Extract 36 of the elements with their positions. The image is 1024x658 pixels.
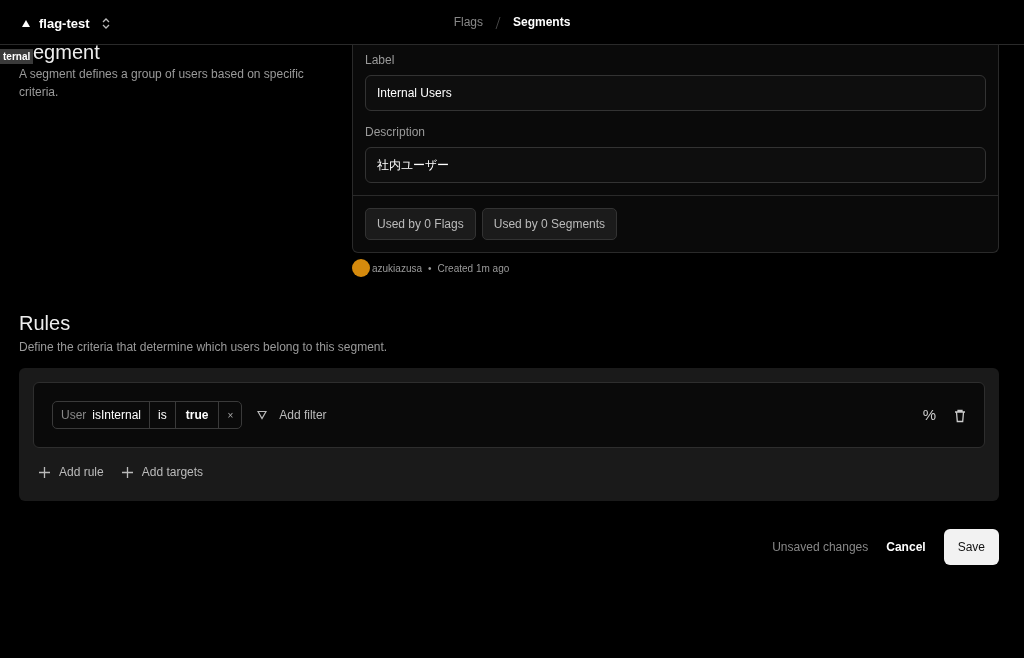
percent-button[interactable]: % [922, 403, 936, 427]
section-description: A segment defines a group of users based on specific criteria. [19, 66, 305, 101]
add-filter-button[interactable]: Add filter [257, 406, 327, 424]
created-time: Created 1m ago [437, 261, 510, 276]
author-name: azukiazusa [372, 261, 423, 276]
chevron-updown-icon [101, 18, 110, 30]
filter-value[interactable]: true [174, 402, 219, 428]
filter-attribute: User isInternal [60, 405, 143, 426]
usage-button[interactable]: Used by 0 Segments [481, 208, 618, 240]
section-heading: Rules [19, 311, 72, 335]
separator-dot: • [428, 261, 432, 276]
input-field[interactable]: 社内ユーザー [365, 147, 986, 183]
input-field[interactable]: Internal Users [365, 75, 986, 111]
plus-icon [39, 466, 50, 478]
breadcrumb-link[interactable]: Segments [513, 13, 571, 31]
usage-button[interactable]: Used by 0 Flags [365, 208, 476, 240]
remove-filter-button[interactable]: × [218, 402, 242, 428]
filter-entity: User [61, 407, 87, 424]
add-rule-button[interactable]: Add rule [39, 463, 104, 481]
plus-icon [121, 466, 133, 478]
field-label: Description [365, 124, 427, 141]
add-targets-button[interactable]: Add targets [121, 463, 204, 481]
save-button[interactable]: Save [943, 529, 999, 565]
section-heading: egment [33, 42, 101, 62]
tooltip: ternal [0, 49, 34, 64]
section-description: Define the criteria that determine which users belong to this segment. [19, 339, 389, 356]
avatar [352, 259, 370, 277]
cancel-button[interactable]: Cancel [886, 538, 926, 556]
filter-operator[interactable]: is [149, 402, 175, 428]
field-label: Label [365, 52, 396, 69]
breadcrumb-link[interactable]: Flags [453, 13, 483, 31]
status-text: Unsaved changes [772, 539, 869, 556]
trash-icon [954, 408, 966, 423]
filter-icon [257, 410, 268, 420]
logo-icon [22, 20, 30, 28]
project-switcher[interactable]: flag-test [22, 14, 110, 34]
